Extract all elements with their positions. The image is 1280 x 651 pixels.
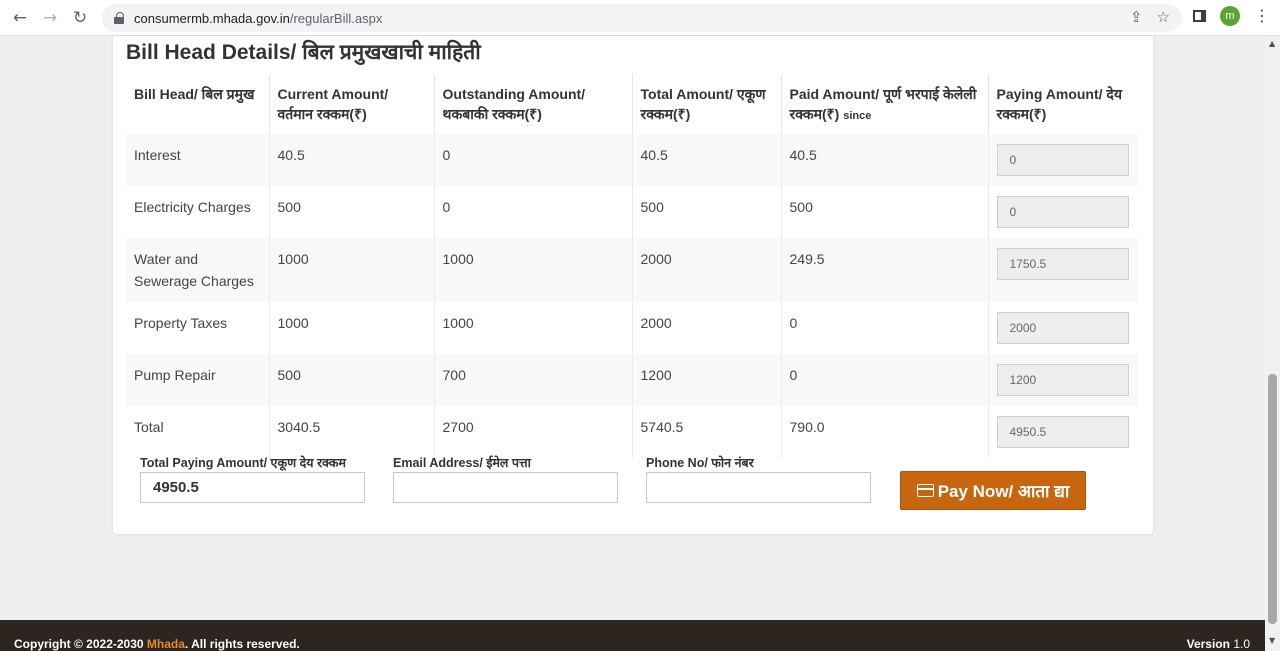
cell-bill-head: Interest	[126, 134, 270, 186]
total-paying-input[interactable]: 4950.5	[140, 472, 365, 503]
cell-total: 500	[632, 186, 782, 238]
cell-paying: 0	[988, 134, 1138, 186]
reload-icon[interactable]: ↻	[65, 3, 95, 33]
cell-current: 1000	[269, 302, 435, 354]
bill-head-table: Bill Head/ बिल प्रमुख Current Amount/ वर…	[126, 74, 1138, 458]
url-text: consumermb.mhada.gov.in/regularBill.aspx	[134, 10, 383, 26]
total-paying-label: Total Paying Amount/ एकूण देय रक्कम	[140, 456, 346, 470]
cell-current: 1000	[269, 238, 435, 302]
paying-amount-input[interactable]: 2000	[996, 312, 1129, 344]
table-total-row: Total 3040.5 2700 5740.5 790.0 4950.5	[126, 406, 1138, 458]
header-paid-amount: Paid Amount/ पूर्ण भरपाई केलेली रक्कम(₹)…	[781, 74, 989, 134]
cell-current: 500	[269, 186, 435, 238]
cell-paying: 2000	[988, 302, 1138, 354]
profile-avatar[interactable]: m	[1220, 6, 1240, 26]
side-panel-icon[interactable]	[1193, 10, 1206, 22]
cell-paying: 4950.5	[988, 406, 1138, 458]
address-bar[interactable]: consumermb.mhada.gov.in/regularBill.aspx…	[102, 4, 1182, 32]
email-label: Email Address/ ईमेल पत्ता	[393, 456, 531, 470]
cell-bill-head: Water and Sewerage Charges	[126, 238, 270, 302]
phone-field[interactable]	[646, 472, 871, 503]
table-row: Water and Sewerage Charges 1000 1000 200…	[126, 238, 1138, 302]
table-row: Electricity Charges 500 0 500 500 0	[126, 186, 1138, 238]
star-icon[interactable]: ☆	[1157, 8, 1170, 26]
cell-paying: 1750.5	[988, 238, 1138, 302]
cell-outstanding: 0	[434, 134, 633, 186]
cell-total: 40.5	[632, 134, 782, 186]
credit-card-icon	[916, 484, 934, 497]
cell-outstanding: 2700	[434, 406, 633, 458]
cell-total: 1200	[632, 354, 782, 406]
header-paying-amount: Paying Amount/ देय रक्कम(₹)	[996, 86, 1122, 122]
cell-outstanding: 1000	[434, 302, 633, 354]
paying-amount-input[interactable]: 0	[996, 196, 1129, 228]
cell-total: 2000	[632, 238, 782, 302]
cell-paid: 500	[781, 186, 989, 238]
paying-amount-input[interactable]: 0	[996, 144, 1129, 176]
brand-link[interactable]: Mhada	[147, 637, 185, 651]
page-footer: Copyright © 2022-2030 Mhada. All rights …	[0, 620, 1265, 651]
cell-outstanding: 1000	[434, 238, 633, 302]
scroll-thumb[interactable]	[1268, 374, 1277, 624]
cell-paying: 1200	[988, 354, 1138, 406]
cell-current: 500	[269, 354, 435, 406]
lock-icon	[114, 12, 124, 24]
cell-outstanding: 0	[434, 186, 633, 238]
header-outstanding-amount: Outstanding Amount/ थकबाकी रक्कम(₹)	[434, 74, 633, 134]
cell-current: 3040.5	[269, 406, 435, 458]
section-title: Bill Head Details/ बिल प्रमुखखाची माहिती	[126, 41, 481, 64]
copyright-text: Copyright © 2022-2030 Mhada. All rights …	[14, 637, 300, 651]
browser-toolbar: ← → ↻ consumermb.mhada.gov.in/regularBil…	[0, 0, 1280, 36]
cell-current: 40.5	[269, 134, 435, 186]
header-total-amount: Total Amount/ एकूण रक्कम(₹)	[632, 74, 782, 134]
cell-total: 2000	[632, 302, 782, 354]
header-bill-head: Bill Head/ बिल प्रमुख	[126, 74, 270, 134]
total-paying-readonly: 4950.5	[996, 416, 1129, 448]
cell-paid: 0	[781, 354, 989, 406]
back-arrow-icon[interactable]: ←	[5, 3, 35, 33]
scroll-down-arrow-icon[interactable]: ▼	[1269, 636, 1275, 645]
cell-bill-head: Electricity Charges	[126, 186, 270, 238]
paying-amount-input[interactable]: 1750.5	[996, 248, 1129, 280]
paying-amount-input[interactable]: 1200	[996, 364, 1129, 396]
cell-paid: 40.5	[781, 134, 989, 186]
cell-bill-head: Total	[126, 406, 270, 458]
cell-outstanding: 700	[434, 354, 633, 406]
page-scrollbar[interactable]: ▲ ▼	[1265, 36, 1280, 651]
cell-paid: 0	[781, 302, 989, 354]
pay-now-label: Pay Now/ आता द्या	[937, 482, 1070, 501]
email-field[interactable]	[393, 472, 618, 503]
pay-now-button[interactable]: Pay Now/ आता द्या	[900, 471, 1086, 510]
cell-total: 5740.5	[632, 406, 782, 458]
table-row: Interest 40.5 0 40.5 40.5 0	[126, 134, 1138, 186]
header-current-amount: Current Amount/ वर्तमान रक्कम(₹)	[269, 74, 435, 134]
table-header-row: Bill Head/ बिल प्रमुख Current Amount/ वर…	[126, 74, 1138, 134]
cell-paid: 249.5	[781, 238, 989, 302]
table-row: Property Taxes 1000 1000 2000 0 2000	[126, 302, 1138, 354]
scroll-up-arrow-icon[interactable]: ▲	[1269, 39, 1275, 48]
cell-bill-head: Property Taxes	[126, 302, 270, 354]
table-row: Pump Repair 500 700 1200 0 1200	[126, 354, 1138, 406]
cell-paying: 0	[988, 186, 1138, 238]
cell-paid: 790.0	[781, 406, 989, 458]
share-icon[interactable]: ⇪	[1130, 8, 1143, 26]
forward-arrow-icon[interactable]: →	[35, 3, 65, 33]
more-menu-icon[interactable]: ⋮	[1254, 8, 1270, 24]
cell-bill-head: Pump Repair	[126, 354, 270, 406]
bill-card: Bill Head Details/ बिल प्रमुखखाची माहिती…	[113, 36, 1153, 534]
version-text: Version 1.0	[1186, 637, 1250, 651]
phone-label: Phone No/ फोन नंबर	[646, 456, 754, 470]
